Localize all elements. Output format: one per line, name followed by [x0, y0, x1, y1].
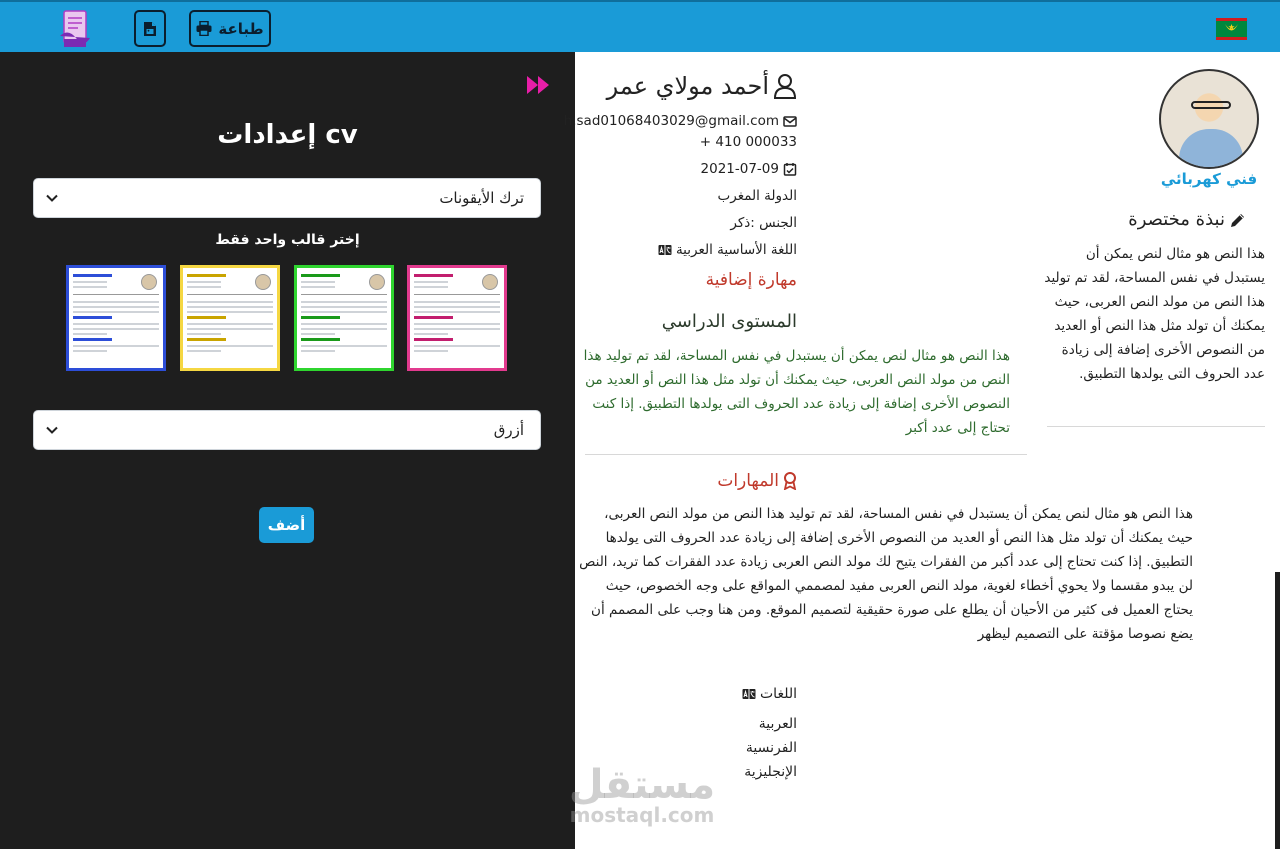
mauritania-flag[interactable]: [1216, 18, 1247, 40]
settings-panel: إعدادات cv ترك الأيقونات إختر قالب واحد …: [0, 52, 575, 849]
phone-row: + 410 000033: [700, 134, 797, 150]
export-image-button[interactable]: [134, 10, 166, 47]
job-title: فني كهربائي: [1160, 170, 1258, 188]
summary-text: هذا النص هو مثال لنص يمكن أن يستبدل في ن…: [1044, 246, 1265, 382]
icons-select[interactable]: ترك الأيقونات: [33, 178, 541, 218]
native-language-text: اللغة الأساسية العربية: [675, 242, 797, 258]
color-select[interactable]: أزرق: [33, 410, 541, 450]
skills-heading-text: المهارات: [717, 471, 779, 491]
cv-app-logo[interactable]: [58, 10, 92, 48]
double-chevron-right-icon[interactable]: [525, 74, 553, 96]
envelope-icon: [783, 116, 797, 127]
chevron-down-icon: [46, 426, 58, 434]
top-bar: طباعة: [0, 0, 1280, 52]
template-yellow[interactable]: [180, 265, 280, 371]
gender-row: الجنس :ذكر: [730, 215, 797, 231]
translate-icon: [742, 689, 756, 699]
template-pink[interactable]: [407, 265, 507, 371]
education-text: هذا النص هو مثال لنص يمكن أن يستبدل في ن…: [583, 348, 1010, 436]
template-green[interactable]: [294, 265, 394, 371]
language-item: العربية: [758, 716, 797, 732]
education-heading: المستوى الدراسي: [661, 311, 797, 332]
template-blue[interactable]: [66, 265, 166, 371]
summary-heading: نبذة مختصرة: [1128, 209, 1247, 230]
user-icon: [773, 74, 797, 99]
template-photo: [141, 274, 157, 290]
country-text: الدولة المغرب: [717, 188, 797, 204]
template-photo: [369, 274, 385, 290]
native-language-row: اللغة الأساسية العربية: [658, 242, 797, 258]
divider: [1047, 426, 1265, 427]
summary-heading-text: نبذة مختصرة: [1128, 209, 1225, 230]
extra-skill-heading: مهارة إضافية: [705, 270, 797, 290]
icons-select-value: ترك الأيقونات: [439, 189, 524, 207]
print-button[interactable]: طباعة: [189, 10, 271, 47]
language-item: الإنجليزية: [744, 764, 797, 780]
print-button-label: طباعة: [218, 19, 264, 38]
template-photo: [482, 274, 498, 290]
watermark-url: mostaql.com: [569, 803, 715, 827]
date-text: 2021-07-09: [700, 161, 779, 177]
phone-text: + 410 000033: [699, 134, 797, 150]
skills-text: هذا النص هو مثال لنص يمكن أن يستبدل في ن…: [579, 506, 1193, 642]
color-select-value: أزرق: [493, 421, 524, 439]
skills-heading: المهارات: [717, 471, 797, 491]
email-text: h.sad01068403029@gmail.com: [563, 113, 779, 129]
file-image-icon: [144, 21, 156, 36]
chevron-down-icon: [46, 194, 58, 202]
language-item: الفرنسية: [745, 740, 797, 756]
country-row: الدولة المغرب: [718, 188, 797, 204]
template-photo: [255, 274, 271, 290]
gender-text: الجنس :ذكر: [730, 215, 797, 231]
cv-name: أحمد مولاي عمر: [607, 72, 797, 100]
email-row: h.sad01068403029@gmail.com: [564, 113, 797, 129]
pencil-icon: [1231, 213, 1244, 227]
award-icon: [783, 472, 797, 490]
print-icon: [196, 21, 212, 36]
watermark-arabic: مستقل: [568, 762, 716, 808]
translate-icon: [658, 245, 672, 255]
add-button[interactable]: أضف: [259, 507, 314, 543]
divider: [585, 454, 1027, 455]
watermark: مستقل mostaql.com: [562, 765, 722, 825]
languages-heading-text: اللغات: [760, 686, 797, 702]
scrollbar-thumb[interactable]: [1275, 52, 1280, 572]
date-row: 2021-07-09: [701, 161, 797, 177]
languages-heading: اللغات: [742, 686, 797, 702]
settings-title: إعدادات cv: [217, 120, 358, 150]
avatar: [1159, 69, 1259, 169]
calendar-check-icon: [783, 163, 797, 176]
cv-preview: فني كهربائي أحمد مولاي عمر h.sad01068403…: [564, 52, 1275, 849]
choose-template-label: إختر قالب واحد فقط: [215, 232, 360, 248]
cv-name-text: أحمد مولاي عمر: [606, 72, 769, 100]
